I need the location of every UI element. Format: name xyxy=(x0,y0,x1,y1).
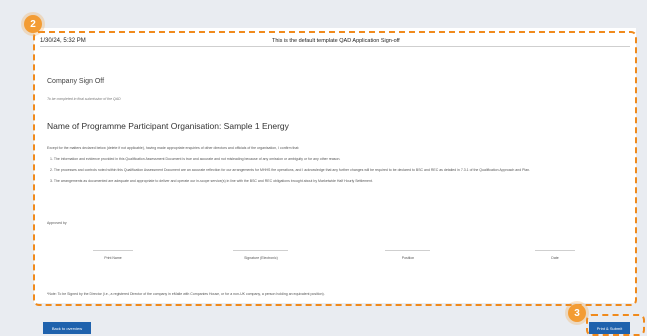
step-badge: 3 xyxy=(568,304,586,322)
confirmation-list: 1. The information and evidence provided… xyxy=(50,157,620,190)
signature-label: Signature (Electronic) xyxy=(244,256,278,260)
confirmation-item: 2. The processes and controls noted with… xyxy=(50,168,531,172)
header-divider xyxy=(40,46,630,47)
confirmation-intro: Except for the matters declared below (d… xyxy=(47,146,300,150)
section-hint: To be completed in final submission of t… xyxy=(47,97,121,101)
confirmation-item: 1. The information and evidence provided… xyxy=(50,157,341,161)
section-title: Company Sign Off xyxy=(47,78,105,85)
organisation-title: Name of Programme Participant Organisati… xyxy=(47,121,289,131)
document-header-title: This is the default template QAD Applica… xyxy=(272,38,400,44)
director-note: *Note: To be Signed by the Director (i.e… xyxy=(47,292,325,296)
position-line xyxy=(385,250,430,251)
date-label: Date xyxy=(551,256,559,260)
print-name-label: Print Name xyxy=(104,256,122,260)
print-date: 1/30/24, 5:32 PM xyxy=(40,38,86,44)
print-submit-button[interactable]: Print & Submit xyxy=(589,322,630,334)
back-to-overview-button[interactable]: Back to overview xyxy=(43,322,91,334)
print-name-line xyxy=(93,250,133,251)
approved-by-label: Approved by xyxy=(47,221,67,225)
confirmation-item: 3. The arrangements as documented are ad… xyxy=(50,179,373,183)
date-line xyxy=(535,250,575,251)
position-label: Position xyxy=(401,256,415,260)
signature-line xyxy=(233,250,288,251)
step-badge: 2 xyxy=(24,15,42,33)
